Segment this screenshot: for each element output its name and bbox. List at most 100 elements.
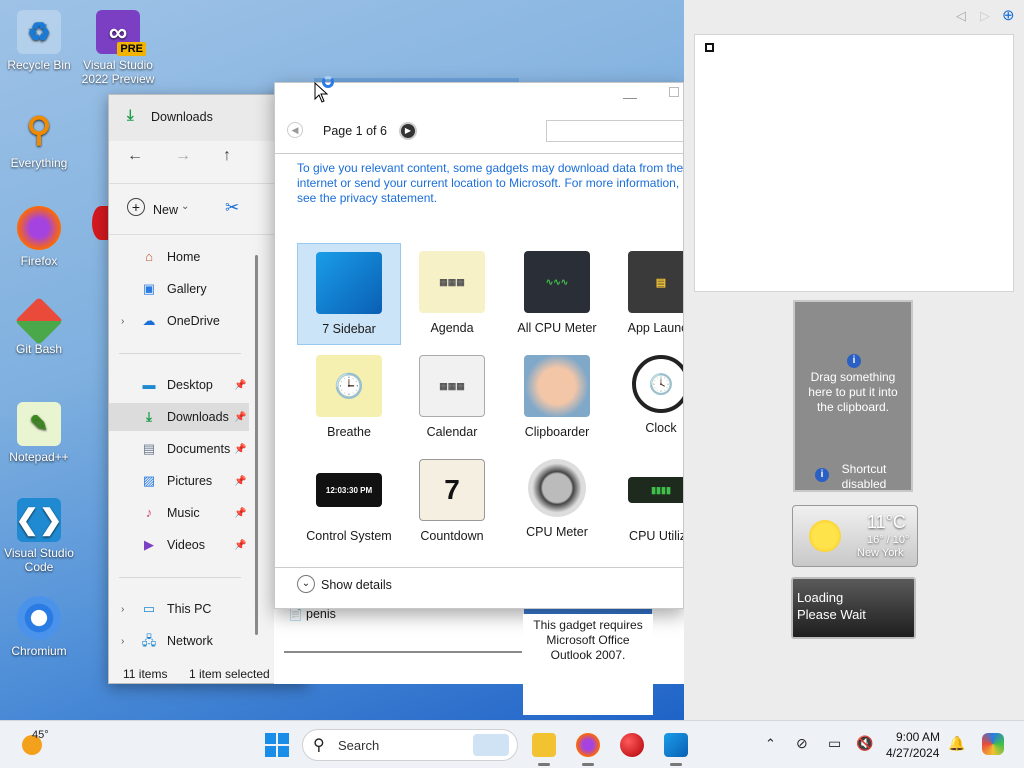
copilot-preview-icon[interactable] <box>982 733 1004 755</box>
nav-divider <box>119 353 241 354</box>
nav-item-home[interactable]: ⌂ Home <box>109 243 249 271</box>
gauge-icon <box>528 459 586 517</box>
prev-page-button[interactable]: ◀ <box>287 122 303 138</box>
nav-item-music[interactable]: ♪ Music 📌 <box>109 499 249 527</box>
info-icon: i <box>815 468 829 482</box>
gadget-search-input[interactable] <box>546 120 683 142</box>
nav-item-desktop[interactable]: ▬ Desktop 📌 <box>109 371 249 399</box>
note-icon <box>705 43 714 52</box>
show-details-toggle[interactable]: ⌄ <box>297 575 315 593</box>
taskbar: 45° ⚲ Search ⌃ ⊘ ▭ 🔇 9:00 AM 4/27/2024 🔔 <box>0 720 1024 768</box>
chevron-down-icon: ⌄ <box>181 201 190 212</box>
recycle-bin-icon: ♻ <box>17 10 61 54</box>
gadget-cpu-utilization[interactable]: ▮▮▮▮ CPU Utiliza <box>609 451 683 553</box>
chevron-right-icon[interactable]: › <box>121 316 124 327</box>
pin-icon: 📌 <box>234 443 247 455</box>
nav-item-pictures[interactable]: ▨ Pictures 📌 <box>109 467 249 495</box>
desktop-icon-notepad-plus-plus[interactable]: ✎ Notepad++ <box>1 402 77 464</box>
network-icon: 🖧 <box>141 633 157 648</box>
nav-item-this-pc[interactable]: › ▭ This PC <box>109 595 249 623</box>
volume-muted-icon[interactable]: 🔇 <box>856 735 873 752</box>
show-details-label[interactable]: Show details <box>321 578 392 592</box>
nav-item-documents[interactable]: ▤ Documents 📌 <box>109 435 249 463</box>
file-explorer-taskbar-icon[interactable] <box>532 733 556 757</box>
gadget-breathe[interactable]: 🕒 Breathe <box>297 347 401 449</box>
notification-bell-icon[interactable]: 🔔 <box>948 735 965 752</box>
desktop-icon-firefox[interactable]: Firefox <box>1 206 77 268</box>
chevron-right-icon[interactable]: › <box>121 636 124 647</box>
gadget-calendar[interactable]: ▦▦▦ Calendar <box>400 347 504 449</box>
gallery-icon: ▣ <box>142 281 156 296</box>
clock-calculator-icon: 🕒 <box>316 355 382 417</box>
search-icon: ⚲ <box>313 737 325 754</box>
clock-date[interactable]: 4/27/2024 <box>886 746 939 760</box>
sun-icon <box>809 520 841 552</box>
nav-item-onedrive[interactable]: › ☁ OneDrive <box>109 307 249 335</box>
nav-item-gallery[interactable]: ▣ Gallery <box>109 275 249 303</box>
running-indicator <box>538 763 550 766</box>
red-ball-taskbar-icon[interactable] <box>620 733 644 757</box>
desktop-icon-git-bash[interactable]: Git Bash <box>1 296 77 356</box>
computer-icon: ▭ <box>142 601 156 616</box>
scissors-icon[interactable]: ✂ <box>225 198 239 218</box>
file-icon: 📄 <box>288 607 303 621</box>
up-arrow-icon[interactable]: ↑ <box>223 147 231 165</box>
file-row-name[interactable]: penis <box>306 607 336 621</box>
nav-divider <box>119 577 241 578</box>
pre-badge: PRE <box>117 42 146 56</box>
loading-gadget[interactable]: Loading Please Wait <box>791 577 916 639</box>
taskbar-search-box[interactable]: ⚲ Search <box>302 729 518 761</box>
horizontal-scrollbar[interactable] <box>284 651 522 653</box>
nav-item-downloads[interactable]: ⤓ Downloads 📌 <box>109 403 249 431</box>
gadget-clock[interactable]: 🕓 Clock <box>609 347 683 449</box>
app-launcher-icon: ▤ <box>628 251 683 313</box>
calendar-icon: ▦▦▦ <box>419 355 485 417</box>
gadget-clipboarder[interactable]: Clipboarder <box>505 347 609 449</box>
sidebar-gadget-taskbar-icon[interactable] <box>664 733 688 757</box>
sidebar-prev-icon[interactable]: ◁ <box>956 8 966 24</box>
desktop-icon-vscode[interactable]: ❮❯ Visual Studio Code <box>1 498 77 574</box>
weather-gadget[interactable]: 11°C 16° / 10° New York <box>792 505 918 567</box>
pin-icon: 📌 <box>234 411 247 423</box>
notes-gadget[interactable] <box>694 34 1014 292</box>
sidebar-next-icon[interactable]: ▷ <box>980 8 990 24</box>
control-system-icon: 12:03:30 PM <box>316 473 382 507</box>
new-button[interactable]: New <box>153 203 178 217</box>
outlook-requirement-tooltip: This gadget requires Microsoft Office Ou… <box>523 614 653 715</box>
gadget-control-system[interactable]: 12:03:30 PM Control System <box>297 451 401 553</box>
sidebar-add-icon[interactable]: ⊕ <box>1002 6 1015 24</box>
gadget-agenda[interactable]: ▦▦▦ Agenda <box>400 243 504 345</box>
desktop-icon-recycle-bin[interactable]: ♻ Recycle Bin <box>1 10 77 72</box>
firefox-taskbar-icon[interactable] <box>576 733 600 757</box>
pin-icon: 📌 <box>234 475 247 487</box>
chevron-up-icon[interactable]: ⌃ <box>765 736 776 752</box>
gadget-app-launcher[interactable]: ▤ App Launch <box>609 243 683 345</box>
forward-arrow-icon[interactable]: → <box>175 147 191 165</box>
taskbar-weather-temp[interactable]: 45° <box>32 729 49 741</box>
gadget-countdown[interactable]: 7 Countdown <box>400 451 504 553</box>
vscode-icon: ❮❯ <box>16 498 62 542</box>
running-indicator <box>582 763 594 766</box>
gadget-cpu-meter[interactable]: CPU Meter <box>505 451 609 553</box>
privacy-notice-link[interactable]: To give you relevant content, some gadge… <box>297 161 683 206</box>
nav-item-network[interactable]: › 🖧 Network <box>109 627 249 655</box>
minimize-button[interactable]: — <box>623 89 637 105</box>
back-arrow-icon[interactable]: ← <box>127 147 143 165</box>
gadget-7-sidebar[interactable]: 7 Sidebar <box>297 243 401 345</box>
clock-time[interactable]: 9:00 AM <box>896 730 940 744</box>
chevron-right-icon[interactable]: › <box>121 604 124 615</box>
desktop-icon-chromium[interactable]: Chromium <box>1 596 77 658</box>
network-disconnected-icon[interactable]: ⊘ <box>796 735 808 752</box>
clipboard-gadget[interactable]: i Drag something here to put it into the… <box>793 300 913 492</box>
nav-item-videos[interactable]: ▶ Videos 📌 <box>109 531 249 559</box>
explorer-tab-title[interactable]: Downloads <box>151 110 213 124</box>
nav-scrollbar[interactable] <box>255 255 258 635</box>
start-button[interactable] <box>265 733 289 757</box>
gadget-all-cpu-meter[interactable]: ∿∿∿ All CPU Meter <box>505 243 609 345</box>
desktop-icon-everything[interactable]: ⚲ Everything <box>1 108 77 170</box>
baby-photo-icon <box>524 355 590 417</box>
display-icon[interactable]: ▭ <box>828 735 841 752</box>
next-page-button[interactable]: ▶ <box>399 122 417 140</box>
maximize-button[interactable] <box>669 87 679 97</box>
desktop-icon-visual-studio-2022[interactable]: ∞ PRE Visual Studio 2022 Preview <box>79 10 157 86</box>
